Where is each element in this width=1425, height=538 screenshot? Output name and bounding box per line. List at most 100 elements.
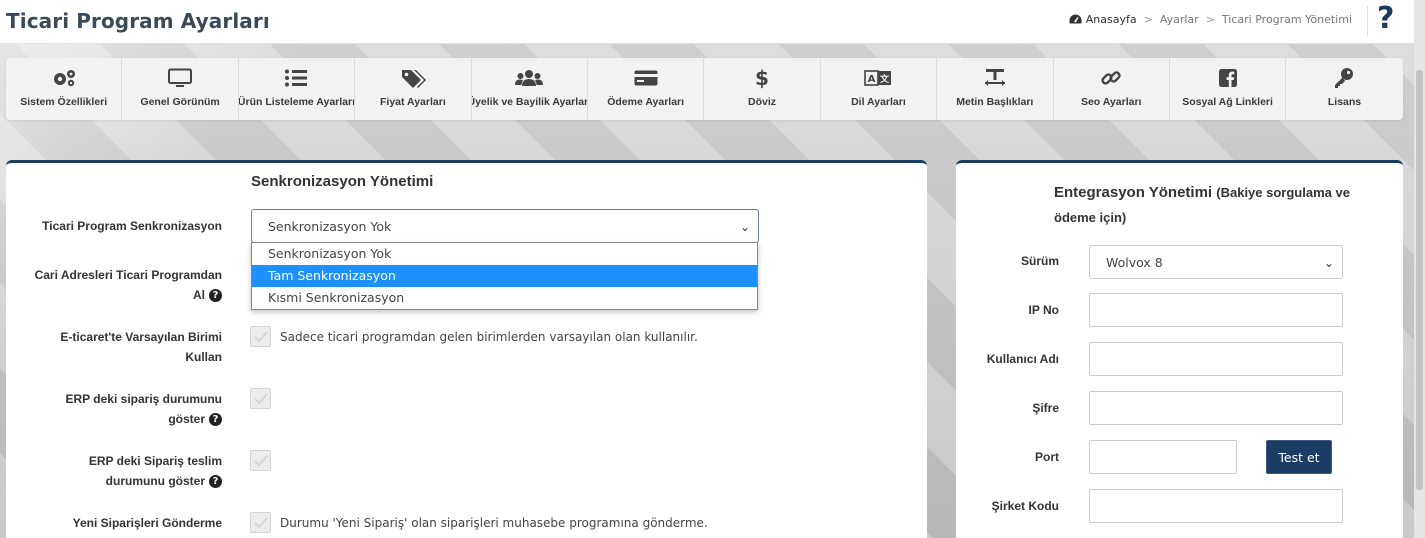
help-divider bbox=[1367, 6, 1368, 36]
dropdown-option-highlighted[interactable]: Tam Senkronizasyon bbox=[252, 265, 757, 287]
version-select-value: Wolvox 8 bbox=[1106, 255, 1163, 270]
company-code-input[interactable] bbox=[1089, 489, 1343, 523]
top-header: Ticari Program Ayarları Anasayfa > Ayarl… bbox=[0, 0, 1414, 44]
tab-price-settings[interactable]: Fiyat Ayarları bbox=[355, 58, 472, 120]
integration-title-main: Entegrasyon Yönetimi bbox=[1054, 184, 1213, 201]
question-circle-icon[interactable]: ? bbox=[209, 413, 222, 427]
tab-label: Fiyat Ayarları bbox=[379, 96, 446, 108]
text-icon bbox=[984, 69, 1005, 86]
breadcrumb-current: Ticari Program Yönetimi bbox=[1221, 13, 1352, 26]
erp-delivery-label-line2: durumunu göster? bbox=[106, 471, 222, 491]
question-circle-icon[interactable]: ? bbox=[209, 475, 222, 489]
cogs-icon bbox=[53, 70, 75, 87]
tab-seo-settings[interactable]: Seo Ayarları bbox=[1054, 58, 1170, 120]
erp-delivery-label-wrap: ERP deki Sipariş teslim durumunu göster? bbox=[6, 451, 222, 495]
tab-language-settings[interactable]: A文 Dil Ayarları bbox=[821, 58, 938, 120]
monitor-icon bbox=[168, 68, 193, 87]
erp-delivery-label: ERP deki Sipariş teslim bbox=[88, 454, 222, 468]
ip-input[interactable] bbox=[1089, 293, 1343, 327]
default-unit-checkbox[interactable] bbox=[250, 326, 271, 347]
erp-status-label: ERP deki sipariş durumunu bbox=[65, 392, 222, 406]
tab-license[interactable]: Lisans bbox=[1286, 58, 1402, 120]
tab-label: Lisans bbox=[1327, 96, 1362, 108]
dropdown-option[interactable]: Senkronizasyon Yok bbox=[252, 243, 757, 265]
tab-label: Ödeme Ayarları bbox=[607, 96, 685, 108]
svg-text:$: $ bbox=[755, 67, 769, 89]
dollar-icon: $ bbox=[755, 67, 769, 89]
erp-status-label-line2: göster? bbox=[168, 409, 222, 429]
check-icon bbox=[254, 517, 268, 529]
dashboard-icon bbox=[1069, 14, 1082, 24]
password-label: Şifre bbox=[1032, 401, 1059, 415]
tab-membership[interactable]: Üyelik ve Bayilik Ayarları bbox=[472, 58, 588, 120]
check-icon bbox=[254, 455, 268, 467]
cari-address-label: Cari Adresleri Ticari Programdan bbox=[34, 268, 222, 282]
dropdown-option[interactable]: Kısmi Senkronizasyon bbox=[252, 287, 757, 309]
tab-label: Sistem Özellikleri bbox=[20, 96, 108, 108]
breadcrumb: Anasayfa > Ayarlar > Ticari Program Yöne… bbox=[1069, 13, 1352, 26]
tab-label: Sosyal Ağ Linkleri bbox=[1182, 96, 1273, 108]
tab-currency[interactable]: $ Döviz bbox=[704, 58, 821, 120]
new-orders-label: Yeni Siparişleri Gönderme bbox=[72, 516, 222, 530]
scrollbar-thumb[interactable] bbox=[1416, 70, 1423, 490]
erp-status-label-wrap: ERP deki sipariş durumunu göster? bbox=[6, 389, 222, 433]
tags-icon bbox=[401, 70, 426, 88]
port-input[interactable] bbox=[1089, 440, 1237, 474]
integration-title-sub: (Bakiye sorgulama ve bbox=[1216, 185, 1350, 200]
check-icon bbox=[254, 331, 268, 343]
key-icon bbox=[1335, 68, 1354, 88]
credit-card-icon bbox=[634, 70, 658, 86]
tab-system-features[interactable]: Sistem Özellikleri bbox=[6, 58, 123, 120]
default-unit-text: Sadece ticari programdan gelen birimlerd… bbox=[280, 330, 698, 344]
breadcrumb-home[interactable]: Anasayfa bbox=[1069, 13, 1137, 26]
question-circle-icon[interactable]: ? bbox=[209, 289, 222, 303]
erp-delivery-checkbox[interactable] bbox=[250, 450, 271, 471]
integration-title-sub-line2: ödeme için) bbox=[1054, 210, 1127, 225]
cari-label-wrap: Cari Adresleri Ticari Programdan Al? bbox=[6, 265, 222, 309]
breadcrumb-separator: > bbox=[1143, 13, 1153, 26]
username-label: Kullanıcı Adı bbox=[986, 352, 1059, 366]
tab-payment-settings[interactable]: Ödeme Ayarları bbox=[588, 58, 705, 120]
tab-label: Döviz bbox=[748, 96, 777, 108]
new-orders-text: Durumu 'Yeni Sipariş' olan siparişleri m… bbox=[280, 516, 708, 530]
unit-label-wrap: E-ticaret'te Varsayılan Birimi Kullan bbox=[6, 327, 222, 371]
tab-label: Metin Başlıkları bbox=[956, 96, 1034, 108]
tab-general-view[interactable]: Genel Görünüm bbox=[122, 58, 239, 120]
help-button[interactable]: ? bbox=[1377, 1, 1394, 36]
chevron-down-icon: ⌄ bbox=[739, 220, 750, 234]
tab-social-links[interactable]: Sosyal Ağ Linkleri bbox=[1170, 58, 1287, 120]
sync-panel-title: Senkronizasyon Yönetimi bbox=[251, 173, 434, 190]
settings-tab-strip: Sistem Özellikleri Genel Görünüm Ürün Li… bbox=[6, 58, 1403, 120]
page-title: Ticari Program Ayarları bbox=[6, 9, 270, 33]
cari-address-label-al: Al bbox=[193, 288, 205, 302]
program-sync-dropdown: Senkronizasyon Yok Tam Senkronizasyon Kı… bbox=[251, 242, 758, 310]
erp-status-label-goster: göster bbox=[168, 412, 205, 426]
program-sync-label: Ticari Program Senkronizasyon bbox=[42, 219, 222, 233]
test-button[interactable]: Test et bbox=[1266, 440, 1332, 474]
breadcrumb-settings[interactable]: Ayarlar bbox=[1160, 13, 1199, 26]
tab-product-listing[interactable]: Ürün Listeleme Ayarları bbox=[238, 58, 356, 120]
default-unit-label-line2: Kullan bbox=[185, 350, 222, 364]
erp-delivery-label-goster: durumunu göster bbox=[105, 474, 205, 488]
tab-text-headers[interactable]: Metin Başlıkları bbox=[937, 58, 1054, 120]
program-sync-select[interactable]: Senkronizasyon Yok ⌄ bbox=[251, 209, 759, 243]
default-unit-label: E-ticaret'te Varsayılan Birimi bbox=[60, 330, 222, 344]
tab-label: Genel Görünüm bbox=[140, 96, 220, 108]
cari-address-label-line2: Al? bbox=[193, 285, 222, 305]
integration-panel-title: Entegrasyon Yönetimi (Bakiye sorgulama v… bbox=[1054, 184, 1350, 201]
list-icon bbox=[285, 69, 308, 87]
password-input[interactable] bbox=[1089, 391, 1343, 425]
tab-label: Dil Ayarları bbox=[851, 96, 906, 108]
svg-text:A: A bbox=[868, 74, 876, 85]
port-label: Port bbox=[1035, 450, 1059, 464]
version-select[interactable]: Wolvox 8 ⌄ bbox=[1089, 245, 1343, 279]
username-input[interactable] bbox=[1089, 342, 1343, 376]
erp-status-checkbox[interactable] bbox=[250, 388, 271, 409]
new-orders-checkbox[interactable] bbox=[250, 512, 271, 533]
tab-label: Ürün Listeleme Ayarları bbox=[238, 96, 356, 108]
new-orders-label-wrap: Yeni Siparişleri Gönderme bbox=[6, 513, 222, 535]
version-label: Sürüm bbox=[1020, 254, 1059, 268]
program-sync-select-value: Senkronizasyon Yok bbox=[268, 219, 392, 234]
link-icon bbox=[1101, 71, 1121, 85]
facebook-icon bbox=[1218, 69, 1237, 87]
